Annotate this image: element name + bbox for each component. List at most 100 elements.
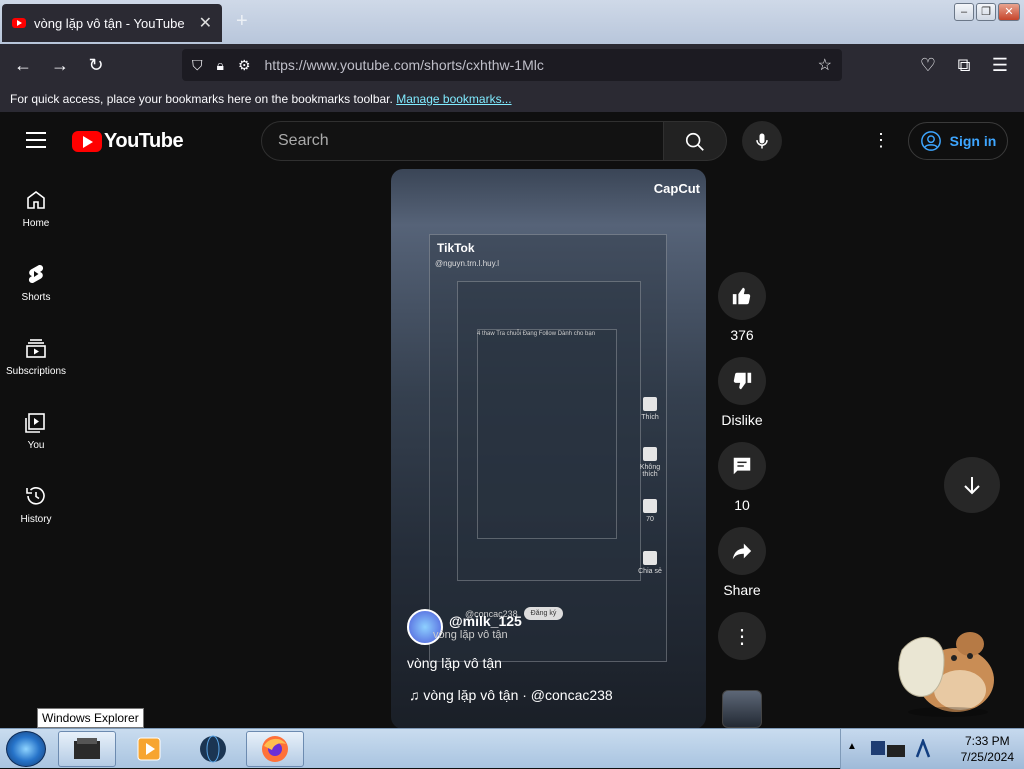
taskbar-explorer[interactable] [58,731,116,767]
you-icon [25,413,45,433]
show-hidden-icons-icon[interactable]: ▲ [847,741,857,752]
start-button[interactable] [6,731,46,767]
arrow-down-icon [964,477,980,495]
sidebar-item-home[interactable]: Home [0,170,72,244]
channel-row[interactable]: @milk_125 vòng lặp vô tận [407,609,522,645]
shorts-icon [28,264,44,284]
youtube-logo[interactable]: YouTube [72,130,184,153]
tab-title: vòng lặp vô tận - YouTube [34,15,185,31]
settings-menu-icon[interactable]: ⋮ [872,130,890,151]
sidebar-item-subscriptions[interactable]: Subscriptions [0,318,72,392]
tiktok-watermark: TikTok [437,241,475,255]
sidebar-item-label: You [27,440,45,451]
next-short-button[interactable] [944,457,1000,513]
youtube-header: YouTube Search ⋮ Sign in [0,112,1024,170]
sign-in-label: Sign in [949,133,997,149]
capcut-watermark: CapCut [653,181,700,196]
inner-dislike: Không thích [635,447,665,478]
browser-tab-bar: vòng lặp vô tận - YouTube ✕ + – ❐ ✕ [0,0,1024,44]
thumbs-down-icon [733,372,752,390]
share-button[interactable]: Share [717,527,767,598]
sidebar-item-you[interactable]: You [0,392,72,466]
dislike-label: Dislike [721,412,763,428]
comments-button[interactable]: 10 [717,442,767,513]
back-icon[interactable]: ← [10,52,36,78]
browser-nav-bar: ← → ↻ ⛉ 🔒︎ ⚙ https://www.youtube.com/sho… [0,44,1024,86]
inner-like: Thích [635,397,665,421]
network-icon[interactable] [869,737,909,761]
inner-feed-tabs: 4 thaw Tra chuỗi Đang Follow Dành cho bạ… [477,331,596,337]
comment-icon [733,457,751,475]
history-icon [26,487,45,505]
browser-tab[interactable]: vòng lặp vô tận - YouTube ✕ [2,4,222,42]
clock-time: 7:33 PM [964,734,1010,748]
music-link[interactable]: ♫ vòng lặp vô tận · @concac238 [409,687,613,703]
action-center-icon[interactable] [915,739,931,759]
channel-subline: vòng lặp vô tận [433,629,508,641]
pocket-icon[interactable]: ♡ [915,52,941,78]
bookmark-star-icon[interactable]: ☆ [818,55,832,75]
shield-icon[interactable]: ⛉ [192,57,203,74]
url-text[interactable]: https://www.youtube.com/shorts/cxhthw-1M… [265,57,818,73]
sidebar-item-shorts[interactable]: Shorts [0,244,72,318]
music-note-icon: ♫ [409,687,424,703]
window-controls: – ❐ ✕ [954,3,1020,21]
guide-menu-button[interactable] [26,132,46,148]
voice-search-button[interactable] [742,121,782,161]
sidebar-item-history[interactable]: History [0,466,72,540]
share-label: Share [723,582,761,598]
dislike-button[interactable]: Dislike [717,357,767,428]
lock-icon[interactable]: 🔒︎ [217,57,224,74]
youtube-favicon-icon [12,18,26,28]
hamster-desktop-pet[interactable] [888,620,1000,718]
menu-icon[interactable]: ☰ [987,52,1013,78]
close-window-button[interactable]: ✕ [998,3,1020,21]
search-input[interactable]: Search [261,121,664,161]
manage-bookmarks-link[interactable]: Manage bookmarks... [396,92,511,106]
url-bar[interactable]: ⛉ 🔒︎ ⚙ https://www.youtube.com/shorts/cx… [182,49,842,81]
tab-close-icon[interactable]: ✕ [199,13,212,33]
channel-handle[interactable]: @milk_125 [449,613,522,629]
sound-thumbnail[interactable] [722,690,762,728]
share-icon [732,543,752,560]
sidebar-item-label: History [20,514,52,525]
subscriptions-icon [26,339,46,358]
clock-date: 7/25/2024 [960,750,1014,764]
taskbar-firefox[interactable] [246,731,304,767]
like-button[interactable]: 376 [717,272,767,343]
search-icon [685,132,704,151]
mini-guide: Home Shorts Subscriptions You History [0,170,72,540]
forward-icon[interactable]: → [47,52,73,78]
tiktok-username: @nguyn.trn.l.huy.l [435,259,500,268]
shorts-actions: 376 Dislike 10 Share ⋮ [717,272,767,674]
permissions-icon[interactable]: ⚙ [238,57,251,74]
like-count: 376 [730,327,754,343]
home-icon [27,191,45,209]
bookmarks-toolbar: For quick access, place your bookmarks h… [0,86,1024,112]
more-actions-button[interactable]: ⋮ [717,612,767,660]
media-player-icon [137,737,161,761]
reload-icon[interactable]: ↻ [83,52,109,78]
short-title[interactable]: vòng lặp vô tận [407,655,502,671]
sign-in-button[interactable]: Sign in [908,122,1008,160]
more-vert-icon: ⋮ [732,625,752,648]
youtube-logo-text: YouTube [104,130,184,152]
taskbar-app[interactable] [184,731,242,767]
search-button[interactable] [663,121,727,161]
nested-frame-inner [477,329,617,539]
globe-icon [200,735,226,763]
taskbar-clock[interactable]: 7:33 PM 7/25/2024 [961,733,1014,765]
firefox-icon [262,736,288,762]
shorts-video-player[interactable]: CapCut TikTok @nguyn.trn.l.huy.l 4 thaw … [391,169,706,729]
microphone-icon [756,133,768,149]
extensions-icon[interactable]: ⧉ [951,52,977,78]
explorer-icon [74,738,100,759]
new-tab-icon[interactable]: + [236,10,248,33]
taskbar-media-player[interactable] [120,731,178,767]
inner-share: Chia sẻ [635,551,665,575]
restore-button[interactable]: ❐ [976,3,996,21]
minimize-button[interactable]: – [954,3,974,21]
system-tray: ▲ 7:33 PM 7/25/2024 [840,729,1024,769]
taskbar-tooltip: Windows Explorer [37,708,144,728]
thumbs-up-icon [732,287,751,305]
